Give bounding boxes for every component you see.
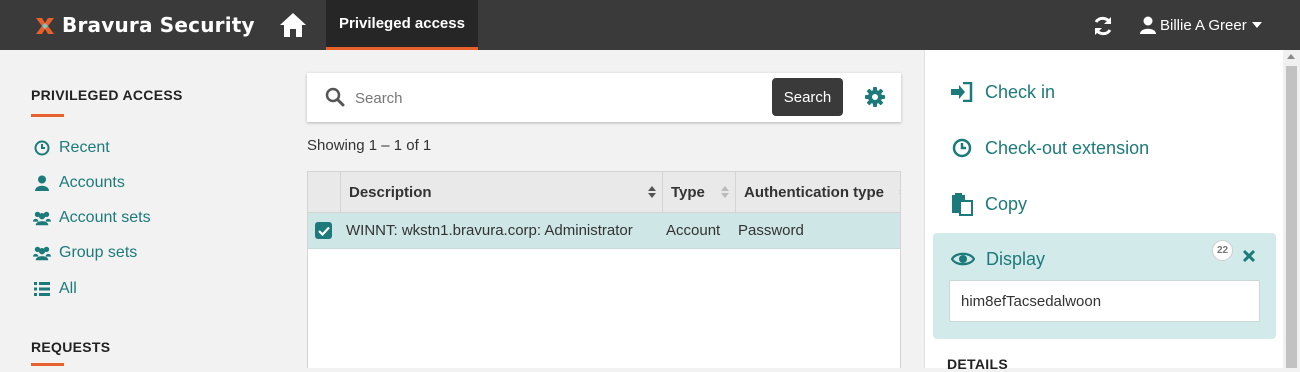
check-out-extension-button[interactable]: Check-out extension [950, 135, 1149, 161]
scroll-thumb[interactable] [1286, 66, 1297, 368]
user-menu[interactable]: Billie A Greer [1140, 14, 1262, 36]
select-column-header[interactable] [308, 172, 340, 212]
list-icon [33, 280, 51, 298]
check-in-button[interactable]: Check in [950, 79, 1055, 105]
sidebar: PRIVILEGED ACCESS Recent Accounts Accoun… [0, 50, 300, 368]
logo-icon [36, 18, 54, 34]
action-label: Display [986, 248, 1046, 269]
sidebar-item-recent[interactable]: Recent [33, 138, 110, 158]
home-icon [280, 13, 306, 37]
section-title-privileged-access: PRIVILEGED ACCESS [31, 87, 183, 103]
user-icon [33, 174, 51, 192]
sidebar-item-label: Recent [59, 139, 110, 156]
sidebar-item-account-sets[interactable]: Account sets [33, 208, 151, 228]
cell-type: Account [666, 222, 721, 239]
section-title-requests: REQUESTS [31, 339, 111, 355]
sidebar-item-label: Group sets [59, 244, 138, 261]
sidebar-item-label: Account sets [59, 209, 151, 226]
display-button[interactable]: Display [950, 247, 1045, 271]
top-bar: Bravura Security Privileged access Billi… [0, 0, 1300, 50]
sidebar-item-group-sets[interactable]: Group sets [33, 243, 137, 263]
brand-logo[interactable]: Bravura Security [34, 12, 255, 38]
brand-name: Bravura Security [62, 13, 255, 37]
column-header-type[interactable]: Type [662, 172, 735, 212]
details-heading: DETAILS [947, 356, 1008, 372]
tab-privileged-access[interactable]: Privileged access [326, 0, 478, 50]
column-header-description[interactable]: Description [340, 172, 662, 212]
check-icon [317, 226, 330, 236]
sort-icon [721, 186, 729, 198]
eye-icon [950, 247, 976, 271]
sign-in-icon [950, 80, 974, 104]
countdown-timer: 22 [1212, 240, 1233, 261]
display-password-panel: Display 22 him8efTacsedalwoon [933, 233, 1276, 339]
close-icon [1242, 249, 1256, 263]
table-header: Description Type Authentication type [308, 172, 900, 213]
users-icon [33, 244, 51, 262]
action-label: Check-out extension [985, 137, 1150, 158]
section-underline [31, 363, 64, 366]
cell-description: WINNT: wkstn1.bravura.corp: Administrato… [346, 222, 633, 239]
clipboard-icon [950, 192, 974, 216]
column-label: Type [671, 183, 705, 201]
section-underline [31, 114, 64, 117]
clock-icon [950, 136, 974, 160]
sidebar-item-all[interactable]: All [33, 279, 77, 299]
row-checkbox[interactable] [315, 222, 332, 239]
table-row[interactable]: WINNT: wkstn1.bravura.corp: Administrato… [308, 213, 900, 249]
column-label: Description [349, 183, 432, 201]
sidebar-item-accounts[interactable]: Accounts [33, 173, 125, 193]
search-input[interactable] [353, 85, 767, 111]
sort-icon [648, 186, 656, 198]
refresh-icon [1094, 16, 1112, 36]
action-label: Check in [985, 81, 1056, 102]
sidebar-item-label: All [59, 280, 77, 297]
results-table: Description Type Authentication type WIN… [307, 171, 901, 368]
chevron-down-icon [1251, 22, 1262, 28]
users-icon [33, 209, 51, 227]
column-label: Authentication type [744, 183, 885, 201]
search-icon [325, 87, 345, 107]
password-field[interactable]: him8efTacsedalwoon [949, 280, 1260, 322]
column-header-auth-type[interactable]: Authentication type [735, 172, 900, 212]
user-icon [1140, 16, 1156, 34]
user-name: Billie A Greer [1160, 16, 1247, 34]
refresh-button[interactable] [1092, 15, 1114, 37]
home-button[interactable] [278, 11, 308, 39]
scrollbar[interactable] [1283, 50, 1300, 368]
sort-icon [899, 189, 900, 195]
sidebar-item-label: Accounts [59, 174, 125, 191]
cell-auth-type: Password [738, 222, 804, 239]
scroll-up-icon[interactable] [1287, 54, 1295, 59]
gear-icon [865, 87, 885, 107]
copy-button[interactable]: Copy [950, 191, 1027, 217]
clock-icon [33, 139, 51, 157]
close-button[interactable] [1241, 248, 1257, 264]
search-bar: Search [307, 73, 901, 122]
settings-button[interactable] [864, 86, 888, 110]
action-label: Copy [985, 193, 1028, 214]
search-button[interactable]: Search [772, 78, 843, 116]
results-count: Showing 1 – 1 of 1 [307, 137, 432, 154]
